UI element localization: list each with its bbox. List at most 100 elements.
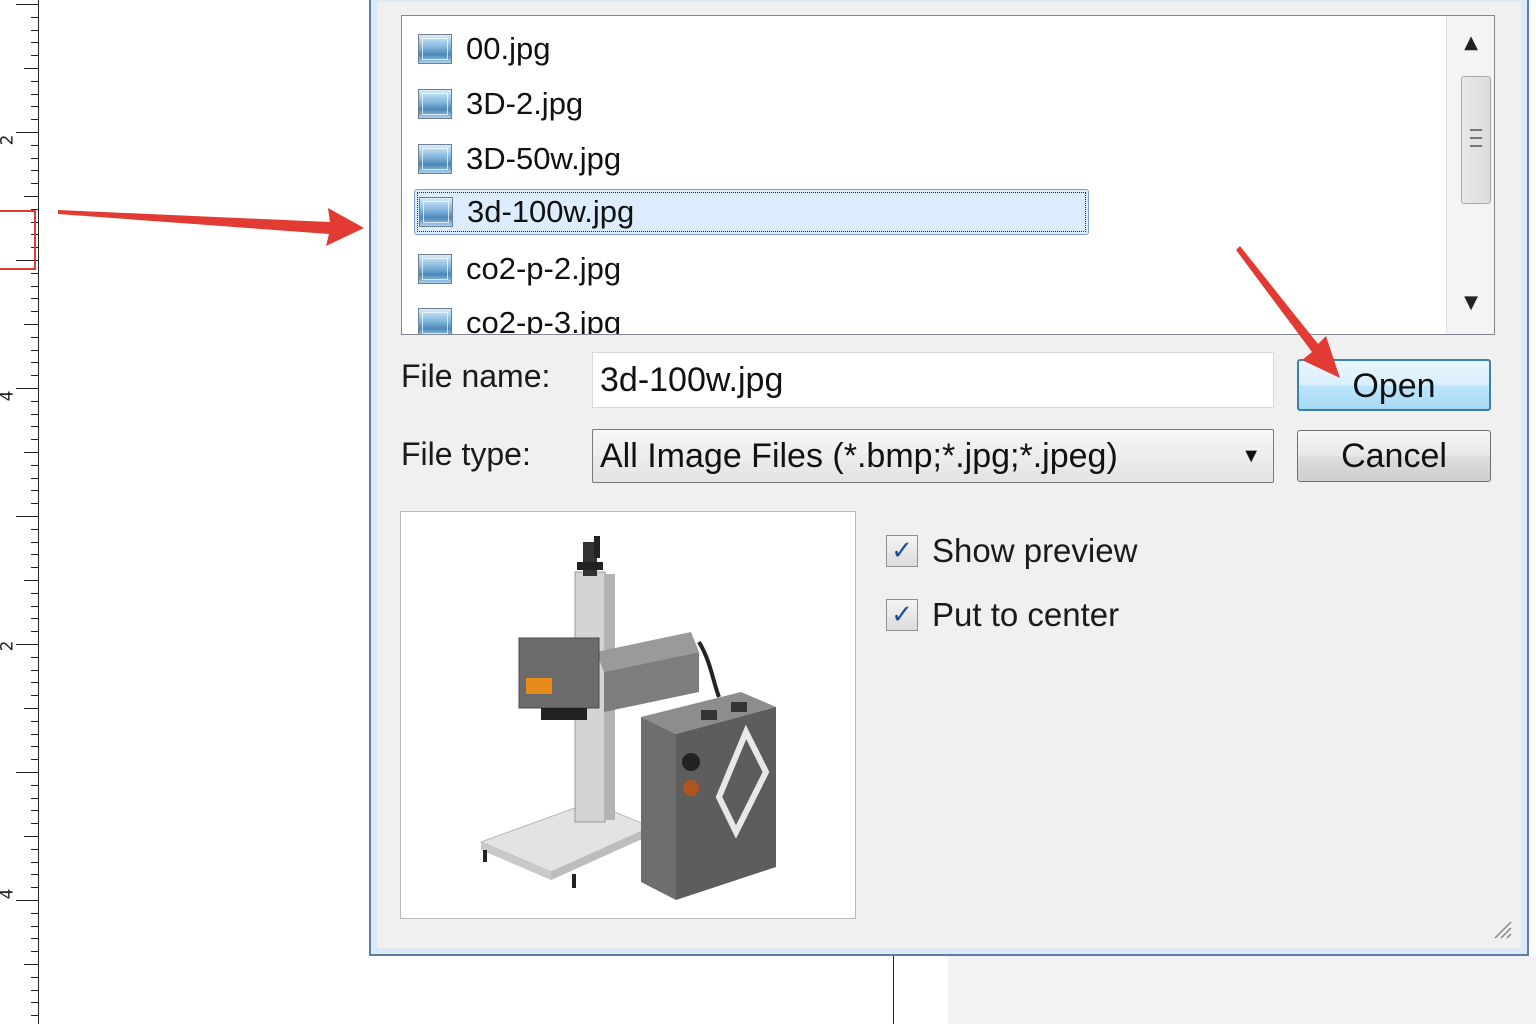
ruler-tick (24, 68, 38, 69)
ruler-tick (31, 439, 38, 440)
ruler-tick (31, 913, 38, 914)
put-to-center-option[interactable]: ✓ Put to center (886, 596, 1119, 634)
file-name-label: 3D-2.jpg (466, 86, 584, 121)
ruler-tick (16, 388, 38, 389)
list-item[interactable]: 00.jpg (414, 26, 1089, 72)
image-file-icon (419, 197, 453, 227)
ruler-tick (31, 183, 38, 184)
file-name-input[interactable]: 3d-100w.jpg (592, 352, 1274, 408)
ruler-tick (31, 938, 38, 939)
ruler-tick (24, 196, 38, 197)
file-name-label: co2-p-2.jpg (466, 251, 622, 286)
ruler-tick (31, 94, 38, 95)
ruler-tick (31, 631, 38, 632)
open-button[interactable]: Open (1297, 359, 1491, 411)
ruler-tick (31, 798, 38, 799)
ruler-tick (31, 106, 38, 107)
vertical-scrollbar[interactable]: ▲ ▼ (1446, 16, 1494, 334)
list-item[interactable]: co2-p-3.jpg (414, 300, 1089, 334)
show-preview-option[interactable]: ✓ Show preview (886, 532, 1137, 570)
ruler-tick (31, 977, 38, 978)
ruler-tick (31, 17, 38, 18)
ruler-tick (31, 849, 38, 850)
ruler-tick (31, 311, 38, 312)
ruler-tick (31, 695, 38, 696)
ruler-tick (31, 990, 38, 991)
ruler-tick (31, 337, 38, 338)
ruler-tick (31, 746, 38, 747)
ruler-tick (31, 119, 38, 120)
put-to-center-label: Put to center (932, 596, 1120, 633)
list-item[interactable]: 3D-2.jpg (414, 81, 1089, 127)
ruler-tick (16, 4, 38, 5)
show-preview-checkbox[interactable]: ✓ (886, 535, 918, 567)
scroll-up-arrow-icon[interactable]: ▲ (1447, 22, 1494, 62)
image-file-icon (418, 254, 452, 284)
ruler-tick (31, 414, 38, 415)
image-preview (400, 511, 856, 919)
list-item[interactable]: co2-p-2.jpg (414, 246, 1089, 292)
ruler-tick (31, 81, 38, 82)
canvas-area (948, 956, 1536, 1024)
resize-grip-icon[interactable] (1491, 918, 1513, 940)
ruler-tick (31, 874, 38, 875)
ruler-tick (31, 158, 38, 159)
ruler-tick (31, 862, 38, 863)
ruler-tick (31, 375, 38, 376)
ruler-tick (24, 452, 38, 453)
show-preview-label: Show preview (932, 532, 1138, 569)
file-type-label: File type: (401, 436, 531, 472)
ruler-tick (24, 324, 38, 325)
ruler-tick (16, 132, 38, 133)
ruler-tick (31, 734, 38, 735)
file-name-label: 3d-100w.jpg (467, 194, 635, 229)
ruler-tick (31, 273, 38, 274)
scroll-thumb[interactable] (1461, 76, 1491, 204)
ruler-tick (31, 670, 38, 671)
ruler-tick (16, 900, 38, 901)
ruler-tick (31, 618, 38, 619)
file-type-select[interactable]: All Image Files (*.bmp;*.jpg;*.jpeg) ▼ (592, 429, 1274, 483)
file-type-value: All Image Files (*.bmp;*.jpg;*.jpeg) (600, 437, 1118, 475)
ruler-tick (31, 721, 38, 722)
file-name-label: 3D-50w.jpg (466, 141, 622, 176)
put-to-center-checkbox[interactable]: ✓ (886, 599, 918, 631)
ruler-tick (16, 772, 38, 773)
ruler-tick (31, 926, 38, 927)
list-item[interactable]: 3D-50w.jpg (414, 136, 1089, 182)
image-file-icon (418, 144, 452, 174)
ruler-tick (24, 964, 38, 965)
laser-marking-machine-image (479, 536, 776, 900)
annotation-arrow-left (58, 208, 364, 246)
ruler-tick (31, 682, 38, 683)
ruler-tick (24, 836, 38, 837)
ruler-tick (31, 350, 38, 351)
ruler-tick (31, 55, 38, 56)
ruler-tick (31, 823, 38, 824)
list-item-selected[interactable]: 3d-100w.jpg (414, 189, 1089, 235)
ruler-tick (24, 708, 38, 709)
ruler-tick (31, 503, 38, 504)
ruler-tick (31, 759, 38, 760)
ruler-tick (31, 286, 38, 287)
scroll-down-arrow-icon[interactable]: ▼ (1447, 282, 1494, 322)
ruler-tick (16, 644, 38, 645)
ruler-tick (31, 593, 38, 594)
ruler-number: 4 (0, 391, 17, 402)
ruler-tick (31, 657, 38, 658)
dropdown-arrow-icon: ▼ (1241, 445, 1261, 467)
file-list[interactable]: 00.jpg 3D-2.jpg 3D-50w.jpg 3d-100w.jpg c… (401, 15, 1495, 335)
ruler-number: 4 (0, 889, 17, 900)
ruler-tick (31, 490, 38, 491)
ruler-tick (31, 810, 38, 811)
ruler-tick (31, 145, 38, 146)
ruler-tick (31, 401, 38, 402)
ruler-tick (31, 298, 38, 299)
ruler-number: 2 (0, 641, 17, 652)
ruler-tick (31, 887, 38, 888)
ruler-tick (31, 465, 38, 466)
cancel-button[interactable]: Cancel (1297, 430, 1491, 482)
ruler-tick (31, 30, 38, 31)
ruler-tick (31, 1015, 38, 1016)
ruler-tick (31, 170, 38, 171)
